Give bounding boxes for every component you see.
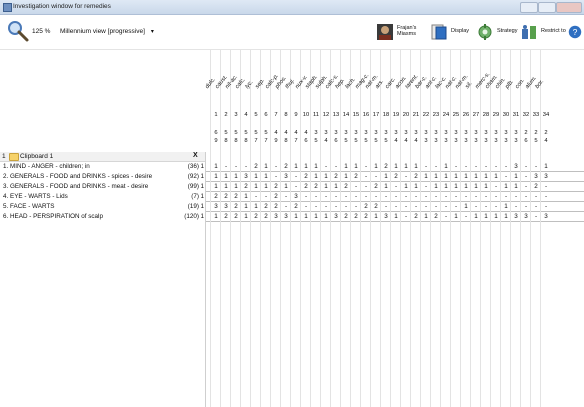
rubric-weight: 1	[200, 163, 204, 170]
grade-cell: 3	[544, 173, 548, 180]
rubric-weight: 1	[200, 213, 204, 220]
display-label: Display	[451, 28, 470, 34]
clipboard-number: 1	[2, 153, 6, 160]
rubric-name: 3. GENERALS - FOOD and DRINKS - meat - d…	[3, 183, 149, 190]
miasms-button[interactable]: Frajan's Miasms	[376, 21, 426, 43]
remedy-column[interactable]: bor. 34 2 4 1 3- - -3	[534, 50, 551, 407]
remedy-rubric-count: 2	[544, 130, 548, 136]
view-mode-label: Millennium view [progressive]	[60, 28, 145, 35]
rubric-row[interactable]: 6. HEAD - PERSPIRATION of scalp (120) 1	[0, 212, 205, 221]
display-icon	[431, 24, 447, 40]
rubric-row[interactable]: 2. GENERALS - FOOD and DRINKS - spices -…	[0, 172, 205, 181]
remedy-index: 34	[542, 112, 550, 118]
strategy-label: Strategy	[497, 28, 518, 34]
rubric-count: (7)	[191, 193, 199, 200]
rubric-weight: 1	[200, 193, 204, 200]
window-titlebar: Investigation window for remedies	[0, 0, 584, 15]
portrait-icon	[377, 24, 393, 40]
strategy-icon	[478, 24, 492, 40]
rubric-count: (120)	[184, 213, 199, 220]
toolbar: 125 % Millennium view [progressive] ▾ Fra…	[0, 15, 584, 50]
grade-cell: -	[544, 183, 548, 190]
restrict-icon	[522, 25, 536, 39]
rubric-row[interactable]: 1. MIND - ANGER - children; in (36) 1	[0, 162, 205, 171]
restrict-label: Restrict to	[541, 28, 566, 34]
rubric-name: 5. FACE - WARTS	[3, 203, 55, 210]
app-icon	[3, 3, 12, 12]
rubric-count: (19)	[187, 203, 199, 210]
strategy-button[interactable]: Strategy	[476, 21, 520, 43]
rubric-row[interactable]: 5. FACE - WARTS (19) 1	[0, 202, 205, 211]
grade-cell: -	[544, 203, 548, 210]
rubric-count: (92)	[187, 173, 199, 180]
rubric-count: (99)	[187, 183, 199, 190]
rubric-name: 2. GENERALS - FOOD and DRINKS - spices -…	[3, 173, 153, 180]
magnifier-icon	[8, 21, 29, 42]
folder-icon	[9, 153, 19, 161]
close-window-button[interactable]	[556, 2, 582, 13]
help-icon: ?	[568, 25, 582, 39]
help-button[interactable]: ?	[568, 21, 584, 43]
chevron-down-icon: ▾	[150, 29, 154, 35]
rubric-weight: 1	[200, 183, 204, 190]
remedy-grid: dulc. 1 6 9 1 1 1 2 3 1 caust. 2 5 8-1 1 2 3 2 nit-ac. 3 5 8-…	[204, 50, 584, 407]
close-clipboard-button[interactable]: X	[193, 152, 198, 159]
display-button[interactable]: Display	[430, 21, 474, 43]
miasms-label-2: Miasms	[397, 31, 416, 37]
zoom-button[interactable]	[6, 19, 30, 43]
rubric-row[interactable]: 4. EYE - WARTS - Lids (7) 1	[0, 192, 205, 201]
rubric-weight: 1	[200, 203, 204, 210]
grade-cell: 3	[544, 213, 548, 220]
restrict-button[interactable]: Restrict to	[520, 21, 566, 43]
view-mode-select[interactable]: Millennium view [progressive] ▾	[60, 28, 154, 35]
svg-text:?: ?	[573, 27, 578, 37]
grade-cell: -	[544, 193, 548, 200]
rubric-row[interactable]: 3. GENERALS - FOOD and DRINKS - meat - d…	[0, 182, 205, 191]
maximize-button[interactable]	[538, 2, 556, 13]
rubric-count: (36)	[187, 163, 199, 170]
zoom-level: 125 %	[32, 28, 51, 35]
rubric-name: 4. EYE - WARTS - Lids	[3, 193, 68, 200]
rubric-name: 6. HEAD - PERSPIRATION of scalp	[3, 213, 103, 220]
grade-cell: 1	[544, 163, 548, 170]
clipboard-header[interactable]: 1 Clipboard 1 X	[0, 152, 205, 162]
window-title: Investigation window for remedies	[13, 3, 111, 10]
minimize-button[interactable]	[520, 2, 538, 13]
rubric-name: 1. MIND - ANGER - children; in	[3, 163, 90, 170]
clipboard-panel: 1 Clipboard 1 X 1. MIND - ANGER - childr…	[0, 152, 206, 407]
remedy-score: 4	[544, 138, 548, 144]
rubric-weight: 1	[200, 173, 204, 180]
clipboard-title: Clipboard 1	[20, 153, 54, 160]
